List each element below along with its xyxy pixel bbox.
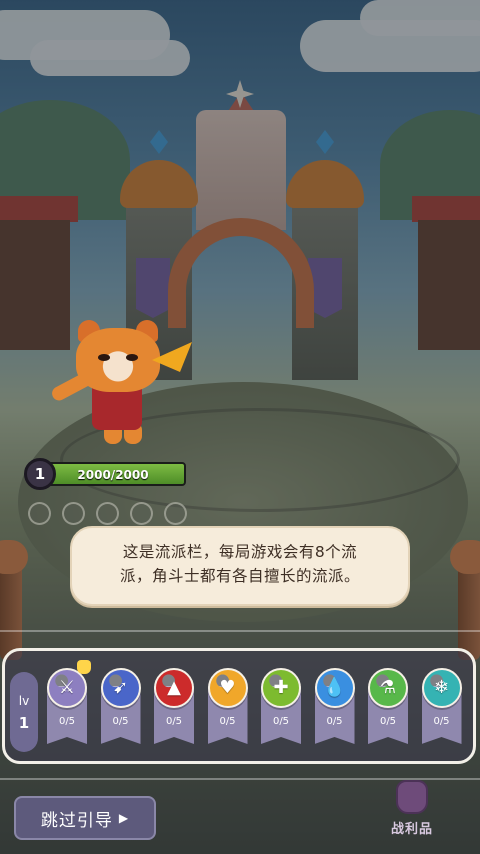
tutorial-dialog[interactable]: 这是流派栏，每局游戏会有8个流 派，角斗士都有各自擅长的流派。: [70, 526, 410, 606]
faction-slot-drop[interactable]: 💧 0/5: [314, 668, 355, 746]
faction-level-badge: lv 1: [10, 672, 38, 752]
loot-button[interactable]: 战利品: [384, 780, 440, 844]
shield-icon: [62, 502, 85, 525]
character-level: 1: [24, 458, 56, 490]
right-post-cap: [450, 540, 480, 574]
faction-slot-sword[interactable]: ⚔ 0/5: [47, 660, 91, 746]
sword-icon: [28, 502, 51, 525]
play-arrow-icon: ▶: [118, 811, 130, 825]
right-post: [458, 560, 480, 660]
faction-count: 0/5: [112, 716, 129, 727]
backpack-icon: [396, 780, 428, 814]
faction-count: 0/5: [326, 716, 343, 727]
faction-slot-heart[interactable]: ♥ 0/5: [207, 668, 248, 746]
snowflake-icon[interactable]: ❄: [421, 668, 462, 708]
health-text: 2000/2000: [77, 468, 149, 482]
sword-icon[interactable]: ⚔: [47, 668, 87, 708]
lv-label: lv: [18, 694, 30, 708]
faction-count: 0/5: [165, 716, 183, 727]
left-post: [0, 560, 22, 660]
skip-guide-button[interactable]: 跳过引导 ▶: [14, 796, 156, 840]
faction-slot-flame[interactable]: ▲ 0/5: [154, 668, 194, 746]
loot-label: 战利品: [390, 822, 433, 837]
faction-slot-potion[interactable]: ⚗ 0/5: [368, 668, 408, 746]
bell-icon: [164, 502, 187, 525]
cross-icon[interactable]: ✚: [261, 668, 301, 708]
faction-slot-snowflake[interactable]: ❄ 0/5: [421, 668, 462, 746]
flame-icon[interactable]: ▲: [154, 668, 194, 708]
faction-count: 0/5: [379, 716, 397, 727]
faction-count: 0/5: [433, 716, 450, 727]
rabbit-icon: [130, 502, 153, 525]
dialog-line-2: 派，角斗士都有各自擅长的流派。: [119, 567, 360, 585]
buff-icons: [28, 502, 187, 525]
paw-icon: [96, 502, 119, 525]
faction-slot-boot[interactable]: ➹ 0/5: [100, 668, 141, 746]
dialog-line-1: 这是流派栏，每局游戏会有8个流: [122, 543, 358, 561]
faction-slot-cross[interactable]: ✚ 0/5: [261, 668, 301, 746]
drop-icon[interactable]: 💧: [314, 668, 355, 708]
faction-count: 0/5: [58, 716, 76, 727]
faction-count: 0/5: [272, 716, 290, 727]
lv-value: 1: [18, 714, 30, 732]
faction-count: 0/5: [219, 716, 236, 727]
potion-icon[interactable]: ⚗: [368, 668, 408, 708]
pointer-hand-icon: [77, 660, 91, 674]
health-bar: 1 2000/2000: [24, 458, 186, 490]
highlight-line-top: [0, 630, 480, 632]
tiger-gladiator[interactable]: [48, 318, 192, 450]
skip-guide-label: 跳过引导: [40, 810, 113, 831]
boot-icon[interactable]: ➹: [100, 668, 141, 708]
heart-icon[interactable]: ♥: [207, 668, 248, 708]
